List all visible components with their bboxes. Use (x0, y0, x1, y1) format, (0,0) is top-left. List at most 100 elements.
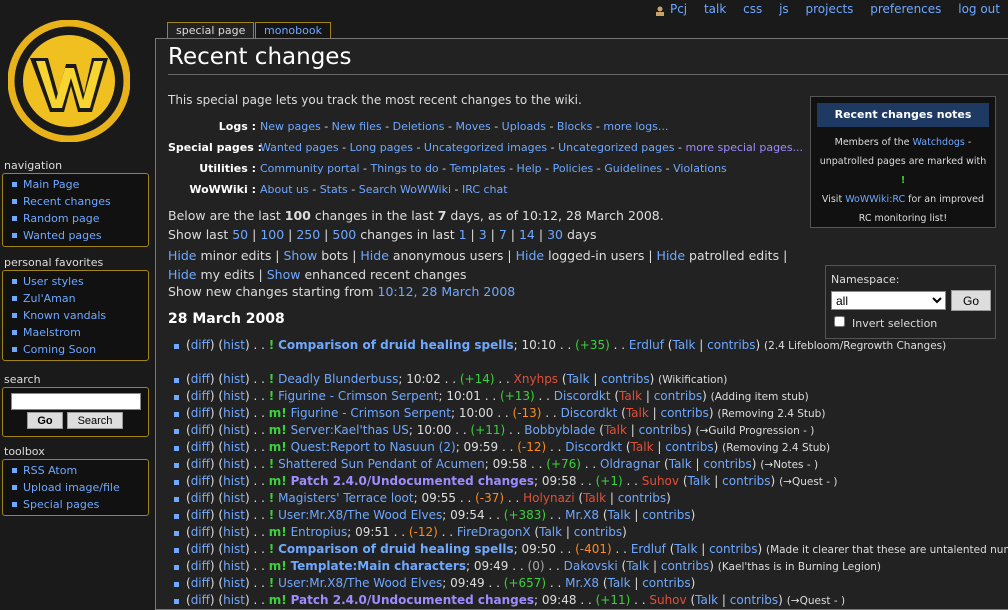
show-count-link[interactable]: 250 (296, 227, 320, 242)
page-title-link[interactable]: Quest:Report to Nasuun (2) (291, 440, 456, 454)
logout-link[interactable]: log out (958, 2, 1000, 16)
show-days-link[interactable]: 3 (479, 227, 487, 242)
sidebar-toolbox-item[interactable]: Special pages (3, 496, 148, 513)
link-row-link[interactable]: Violations (673, 162, 727, 175)
user-link[interactable]: Mr.X8 (565, 576, 599, 590)
contribs-link[interactable]: contribs (665, 440, 713, 454)
projects-link[interactable]: projects (806, 2, 854, 16)
user-link[interactable]: Oldragnar (600, 457, 660, 471)
diff-link[interactable]: diff (191, 457, 210, 471)
diff-link[interactable]: diff (191, 593, 210, 607)
toggle-link[interactable]: Hide (516, 248, 545, 263)
page-title-link[interactable]: Template:Main characters (291, 559, 466, 573)
link-row-link[interactable]: Help (517, 162, 542, 175)
toggle-link[interactable]: Hide (360, 248, 389, 263)
link-row-link[interactable]: Deletions (393, 120, 445, 133)
link-row-link[interactable]: Wanted pages (260, 141, 339, 154)
link-row-link[interactable]: more logs... (603, 120, 668, 133)
new-from-link[interactable]: 10:12, 28 March 2008 (378, 284, 516, 299)
diff-link[interactable]: diff (191, 576, 210, 590)
diff-link[interactable]: diff (191, 440, 210, 454)
user-page-link[interactable]: Pcj (670, 2, 687, 16)
hist-link[interactable]: hist (223, 542, 245, 556)
namespace-select[interactable]: all (831, 291, 946, 310)
diff-link[interactable]: diff (191, 508, 210, 522)
talk-link[interactable]: talk (704, 2, 726, 16)
namespace-go-button[interactable]: Go (951, 290, 991, 311)
js-link[interactable]: js (779, 2, 789, 16)
link-row-link[interactable]: Uncategorized pages (558, 141, 674, 154)
link-row-link[interactable]: Policies (553, 162, 594, 175)
search-button[interactable]: Search (67, 412, 123, 429)
user-talk-link[interactable]: Talk (619, 389, 642, 403)
contribs-link[interactable]: contribs (661, 559, 709, 573)
link-row-link[interactable]: Search WoWWiki (359, 183, 451, 196)
link-row-link[interactable]: Things to do (370, 162, 438, 175)
user-link[interactable]: FireDragonX (457, 525, 531, 539)
user-link[interactable]: Xnyhps (514, 372, 558, 386)
user-link[interactable]: Discordkt (565, 440, 622, 454)
user-link[interactable]: Erdluf (631, 542, 666, 556)
contribs-link[interactable]: contribs (703, 457, 751, 471)
page-title-link[interactable]: Patch 2.4.0/Undocumented changes (291, 474, 534, 488)
watchdogs-link[interactable]: Watchdogs (912, 137, 964, 148)
hist-link[interactable]: hist (223, 338, 245, 352)
contribs-link[interactable]: contribs (730, 593, 778, 607)
hist-link[interactable]: hist (223, 576, 245, 590)
user-talk-link[interactable]: Talk (539, 525, 562, 539)
page-title-link[interactable]: Shattered Sun Pendant of Acumen (278, 457, 485, 471)
page-title-link[interactable]: Figurine - Crimson Serpent (291, 406, 451, 420)
page-title-link[interactable]: User:Mr.X8/The Wood Elves (278, 576, 442, 590)
show-days-link[interactable]: 1 (459, 227, 467, 242)
link-row-link[interactable]: Community portal (260, 162, 360, 175)
sidebar-toolbox-item[interactable]: RSS Atom (3, 462, 148, 479)
contribs-link[interactable]: contribs (618, 491, 666, 505)
user-talk-link[interactable]: Talk (604, 423, 627, 437)
link-row-link[interactable]: Long pages (350, 141, 413, 154)
link-row-link[interactable]: IRC chat (462, 183, 508, 196)
sidebar-favorite-item[interactable]: Maelstrom (3, 324, 148, 341)
show-count-link[interactable]: 50 (232, 227, 248, 242)
page-title-link[interactable]: Comparison of druid healing spells (278, 338, 514, 352)
diff-link[interactable]: diff (191, 525, 210, 539)
sidebar-nav-item[interactable]: Main Page (3, 176, 148, 193)
page-title-link[interactable]: Magisters' Terrace loot (278, 491, 414, 505)
page-title-link[interactable]: User:Mr.X8/The Wood Elves (278, 508, 442, 522)
page-title-link[interactable]: Deadly Blunderbuss (278, 372, 398, 386)
user-talk-link[interactable]: Talk (567, 372, 590, 386)
user-talk-link[interactable]: Talk (626, 406, 649, 420)
link-row-link[interactable]: Uploads (502, 120, 546, 133)
sidebar-favorite-item[interactable]: User styles (3, 273, 148, 290)
toggle-link[interactable]: Hide (168, 267, 197, 282)
tab-special-page[interactable]: special page (167, 22, 255, 38)
page-title-link[interactable]: Figurine - Crimson Serpent (278, 389, 438, 403)
preferences-link[interactable]: preferences (870, 2, 941, 16)
toggle-link[interactable]: Show (267, 267, 301, 282)
link-row-link[interactable]: Blocks (557, 120, 592, 133)
hist-link[interactable]: hist (223, 372, 245, 386)
user-talk-link[interactable]: Talk (672, 338, 695, 352)
hist-link[interactable]: hist (223, 559, 245, 573)
link-row-link[interactable]: New files (332, 120, 382, 133)
diff-link[interactable]: diff (191, 491, 210, 505)
toggle-link[interactable]: Hide (657, 248, 686, 263)
contribs-link[interactable]: contribs (642, 576, 690, 590)
user-link[interactable]: Holynazi (523, 491, 574, 505)
search-go-button[interactable]: Go (27, 412, 63, 429)
sidebar-nav-item[interactable]: Random page (3, 210, 148, 227)
user-link[interactable]: Mr.X8 (565, 508, 599, 522)
user-link[interactable]: Discordkt (554, 389, 611, 403)
user-talk-link[interactable]: Talk (688, 474, 711, 488)
hist-link[interactable]: hist (223, 508, 245, 522)
user-link[interactable]: Dakovski (564, 559, 618, 573)
page-title-link[interactable]: Comparison of druid healing spells (278, 542, 514, 556)
toggle-link[interactable]: Show (284, 248, 318, 263)
user-link[interactable]: Discordkt (561, 406, 618, 420)
user-link[interactable]: Suhov (642, 474, 679, 488)
diff-link[interactable]: diff (191, 389, 210, 403)
user-talk-link[interactable]: Talk (583, 491, 606, 505)
user-talk-link[interactable]: Talk (608, 576, 631, 590)
diff-link[interactable]: diff (191, 406, 210, 420)
user-talk-link[interactable]: Talk (631, 440, 654, 454)
sidebar-toolbox-item[interactable]: Upload image/file (3, 479, 148, 496)
